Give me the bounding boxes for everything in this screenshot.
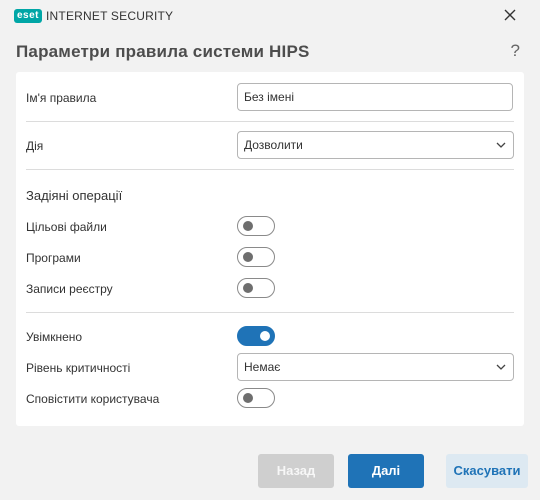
toggle-knob (260, 331, 270, 341)
toggle-knob (243, 252, 253, 262)
product-name: INTERNET SECURITY (46, 9, 174, 23)
toggle-knob (243, 283, 253, 293)
divider (26, 169, 514, 170)
cancel-button[interactable]: Скасувати (446, 454, 528, 488)
rule-name-label: Ім'я правила (26, 91, 97, 105)
enabled-toggle[interactable] (237, 326, 275, 346)
registry-toggle[interactable] (237, 278, 275, 298)
toggle-knob (243, 221, 253, 231)
apps-toggle[interactable] (237, 247, 275, 267)
notify-user-toggle[interactable] (237, 388, 275, 408)
rule-name-input[interactable]: Без імені (237, 83, 513, 111)
logo-badge: eset (14, 9, 43, 23)
target-files-toggle[interactable] (237, 216, 275, 236)
chevron-down-icon (496, 364, 506, 370)
toggle-knob (243, 393, 253, 403)
registry-label: Записи реєстру (26, 282, 113, 296)
close-icon[interactable] (502, 7, 518, 23)
action-label: Дія (26, 139, 44, 153)
severity-select[interactable]: Немає (237, 353, 514, 381)
apps-label: Програми (26, 251, 81, 265)
severity-label: Рівень критичності (26, 361, 131, 375)
back-button[interactable]: Назад (258, 454, 334, 488)
severity-select-value: Немає (244, 360, 281, 374)
page-title: Параметри правила системи HIPS (16, 42, 310, 61)
action-select[interactable]: Дозволити (237, 131, 514, 159)
next-button[interactable]: Далі (348, 454, 424, 488)
eset-logo: eset INTERNET SECURITY (14, 9, 173, 23)
operations-section-title: Задіяні операції (26, 188, 123, 203)
action-select-value: Дозволити (244, 138, 303, 152)
title-bar: eset INTERNET SECURITY (0, 0, 540, 32)
enabled-label: Увімкнено (26, 330, 83, 344)
help-icon[interactable]: ? (511, 41, 520, 61)
divider (26, 121, 514, 122)
divider (26, 312, 514, 313)
chevron-down-icon (496, 142, 506, 148)
notify-user-label: Сповістити користувача (26, 392, 160, 406)
target-files-label: Цільові файли (26, 220, 107, 234)
rule-settings-panel: Ім'я правила Без імені Дія Дозволити Зад… (16, 72, 524, 426)
